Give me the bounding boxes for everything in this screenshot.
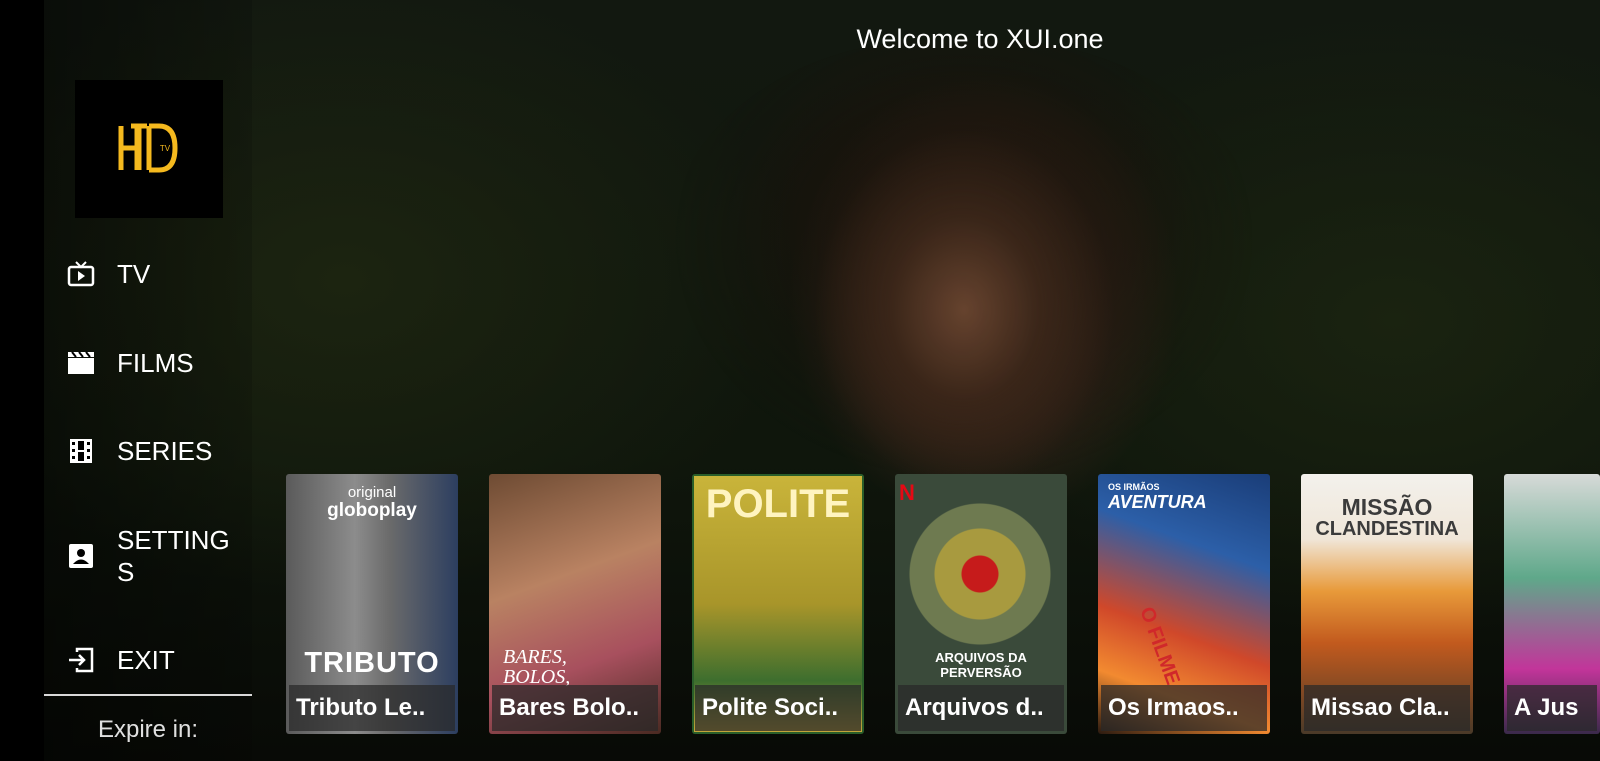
sidebar-item-exit[interactable]: EXIT <box>66 644 252 676</box>
expire-label: Expire in: <box>97 716 199 743</box>
poster-card[interactable]: N ARQUIVOS DA PERVERSÃO Arquivos d.. <box>895 474 1067 734</box>
exit-icon <box>66 645 96 675</box>
poster-title: Missao Cla.. <box>1304 685 1470 731</box>
poster-art-text: MISSÃO <box>1341 494 1433 520</box>
svg-text:TV: TV <box>160 144 171 153</box>
poster-art-text: globoplay <box>327 500 417 521</box>
poster-art-text: AVENTURA <box>1108 492 1207 512</box>
poster-card[interactable]: A Jus <box>1504 474 1600 734</box>
poster-art-text: OS IRMÃOS <box>1108 482 1160 492</box>
poster-card[interactable]: BARES, BOLOS, Bares Bolo.. <box>489 474 661 734</box>
poster-card[interactable]: OS IRMÃOS AVENTURA O FILME Os Irmaos.. <box>1098 474 1270 734</box>
poster-title: A Jus <box>1507 685 1597 731</box>
film-strip-icon <box>66 436 96 466</box>
poster-art-text: POLITE <box>705 482 851 526</box>
poster-art-text: TRIBUTO <box>304 647 440 679</box>
sidebar-item-label: EXIT <box>117 645 175 675</box>
poster-title: Tributo Le.. <box>289 685 455 731</box>
sidebar-item-series[interactable]: SERIES <box>66 435 252 467</box>
logo: TV <box>75 80 223 218</box>
sidebar-item-films[interactable]: FILMS <box>66 347 252 379</box>
poster-row: original globoplay TRIBUTO Tributo Le.. … <box>286 474 1600 736</box>
contact-card-icon <box>66 541 96 571</box>
poster-card[interactable]: original globoplay TRIBUTO Tributo Le.. <box>286 474 458 734</box>
hd-tv-logo-icon: TV <box>118 123 178 173</box>
hero-portrait <box>664 40 1264 520</box>
poster-art-text: original <box>347 484 397 501</box>
netflix-logo: N <box>899 480 915 505</box>
sidebar-divider <box>44 694 252 696</box>
tv-icon <box>66 259 96 289</box>
poster-title: Arquivos d.. <box>898 685 1064 731</box>
sidebar-item-settings[interactable]: SETTINGS <box>66 524 252 588</box>
poster-art-text: CLANDESTINA <box>1315 518 1459 540</box>
sidebar: TV TV FILMS SERIES SETTINGS EXIT Expire … <box>44 0 252 761</box>
sidebar-item-tv[interactable]: TV <box>66 258 252 290</box>
sidebar-item-label: TV <box>117 259 151 289</box>
poster-title: Bares Bolo.. <box>492 685 658 731</box>
sidebar-item-label: SERIES <box>117 436 213 466</box>
sidebar-item-label: FILMS <box>117 348 194 378</box>
poster-title: Os Irmaos.. <box>1101 685 1267 731</box>
poster-card[interactable]: MISSÃO CLANDESTINA Missao Cla.. <box>1301 474 1473 734</box>
clapperboard-icon <box>66 348 96 378</box>
welcome-title: Welcome to XUI.one <box>856 24 1104 54</box>
poster-card[interactable]: POLITE Polite Soci.. <box>692 474 864 734</box>
sidebar-item-label: SETTINGS <box>117 525 230 587</box>
poster-art-text: ARQUIVOS DA PERVERSÃO <box>935 650 1027 680</box>
app-screen: Welcome to XUI.one TV TV FILMS SERIES SE… <box>0 0 1600 761</box>
poster-title: Polite Soci.. <box>695 685 861 731</box>
